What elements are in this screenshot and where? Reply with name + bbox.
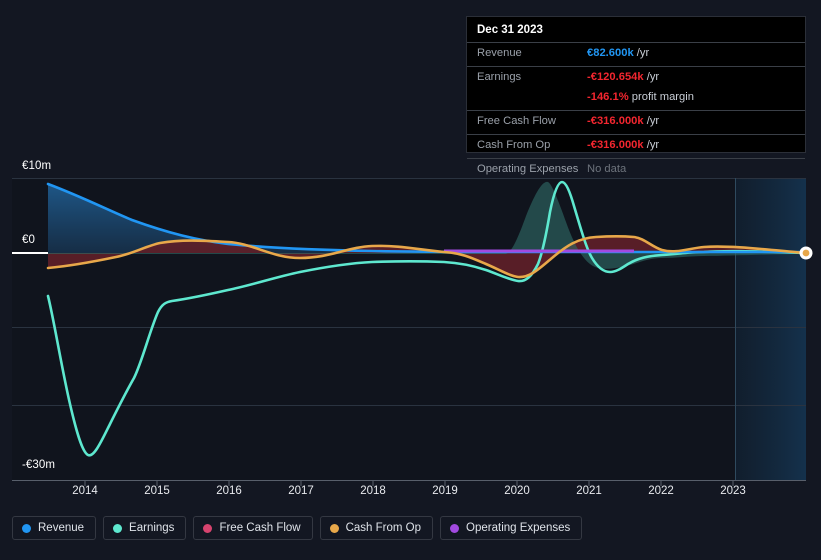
legend-item-revenue[interactable]: Revenue (12, 516, 97, 540)
tooltip-row-cash-from-op: Cash From Op -€316.000k /yr (467, 134, 805, 158)
legend-dot-earnings (113, 523, 123, 533)
x-tick-label-2014: 2014 (72, 485, 98, 497)
x-tick-label-2019: 2019 (432, 485, 458, 497)
datapoint-tooltip: Dec 31 2023 Revenue €82.600k /yr Earning… (466, 16, 806, 175)
legend-label-revenue: Revenue (38, 522, 85, 534)
tooltip-value-revenue: €82.600k /yr (587, 46, 649, 60)
tooltip-value-earnings: -€120.654k /yr (587, 70, 659, 84)
tooltip-number-earnings: -€120.654k (587, 71, 644, 83)
x-tick-label-2015: 2015 (144, 485, 170, 497)
y-tick-label-top: €10m (22, 160, 52, 172)
tooltip-label-earnings: Earnings (477, 71, 522, 83)
tooltip-number-profit-margin: -146.1% (587, 91, 629, 103)
tooltip-row-free-cash-flow: Free Cash Flow -€316.000k /yr (467, 110, 805, 134)
x-tick-label-2017: 2017 (288, 485, 314, 497)
chart-legend: Revenue Earnings Free Cash Flow Cash Fro… (12, 516, 583, 540)
legend-item-cash-from-op[interactable]: Cash From Op (319, 516, 434, 540)
tooltip-value-free-cash-flow: -€316.000k /yr (587, 114, 659, 128)
y-tick-label-zero: €0 (22, 234, 35, 246)
tooltip-row-operating-expenses: Operating Expenses No data (467, 158, 805, 182)
legend-dot-cash-from-op (329, 523, 339, 533)
tooltip-value-operating-expenses: No data (587, 163, 627, 175)
x-tick-label-2018: 2018 (360, 485, 386, 497)
endpoint-marker-inner (802, 249, 810, 257)
tooltip-unit-cash-from-op: /yr (646, 139, 660, 151)
x-tick-label-2020: 2020 (504, 485, 530, 497)
tooltip-number-revenue: €82.600k (587, 47, 634, 59)
tooltip-unit-revenue: /yr (636, 47, 650, 59)
tooltip-label-cash-from-op: Cash From Op (477, 139, 551, 151)
legend-dot-free-cash-flow (203, 523, 213, 533)
legend-label-earnings: Earnings (129, 522, 175, 534)
x-tick-label-2022: 2022 (648, 485, 674, 497)
legend-dot-operating-expenses (450, 523, 460, 533)
legend-item-earnings[interactable]: Earnings (103, 516, 187, 540)
tooltip-unit-profit-margin: profit margin (631, 91, 694, 103)
tooltip-row-revenue: Revenue €82.600k /yr (467, 42, 805, 66)
tooltip-unit-free-cash-flow: /yr (646, 115, 660, 127)
tooltip-unit-earnings: /yr (646, 71, 660, 83)
tooltip-label-operating-expenses: Operating Expenses (477, 163, 579, 175)
legend-label-cash-from-op: Cash From Op (345, 522, 422, 534)
y-tick-label-bottom: -€30m (22, 459, 56, 471)
legend-item-operating-expenses[interactable]: Operating Expenses (440, 516, 583, 540)
tooltip-row-profit-margin: -146.1% profit margin (467, 90, 805, 110)
legend-item-free-cash-flow[interactable]: Free Cash Flow (193, 516, 313, 540)
forecast-band (735, 178, 806, 480)
tooltip-number-free-cash-flow: -€316.000k (587, 115, 644, 127)
tooltip-value-cash-from-op: -€316.000k /yr (587, 138, 659, 152)
tooltip-number-cash-from-op: -€316.000k (587, 139, 644, 151)
tooltip-value-profit-margin: -146.1% profit margin (587, 90, 694, 104)
tooltip-label-revenue: Revenue (477, 47, 522, 59)
legend-label-operating-expenses: Operating Expenses (466, 522, 571, 534)
tooltip-date: Dec 31 2023 (477, 24, 543, 36)
financial-performance-chart: €10m €0 -€30m 2014 2015 2016 2017 2018 2… (0, 0, 821, 560)
x-tick-label-2016: 2016 (216, 485, 242, 497)
legend-dot-revenue (22, 523, 31, 533)
x-tick-label-2023: 2023 (720, 485, 746, 497)
tooltip-row-earnings: Earnings -€120.654k /yr (467, 66, 805, 90)
x-tick-label-2021: 2021 (576, 485, 602, 497)
tooltip-label-free-cash-flow: Free Cash Flow (477, 115, 556, 127)
legend-label-free-cash-flow: Free Cash Flow (219, 522, 301, 534)
